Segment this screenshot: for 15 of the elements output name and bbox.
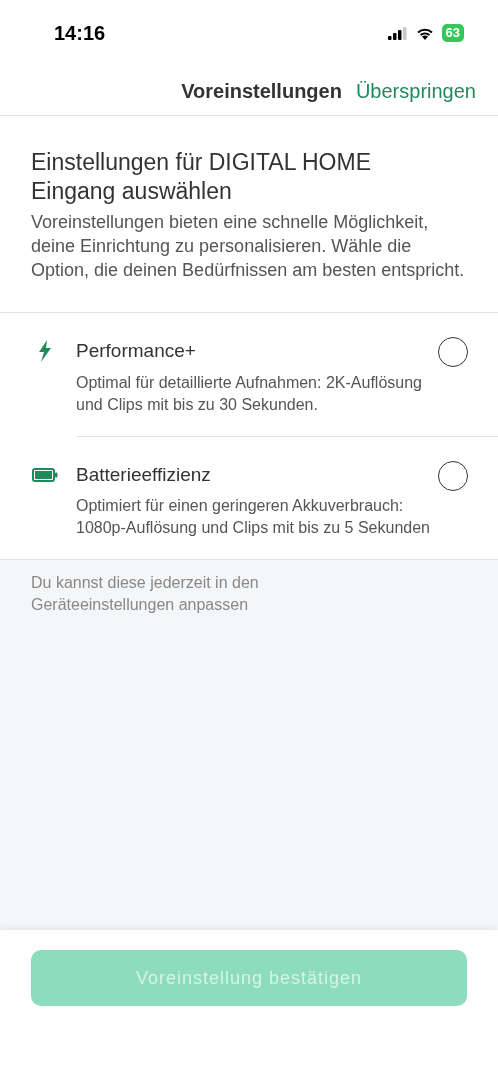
lightning-bolt-icon — [38, 340, 52, 362]
option-title: Batterieeffizienz — [76, 462, 212, 487]
option-description: Optimiert für einen geringeren Akkuverbrauch: 1080p-Auflösung und Clips mit bis zu 5 Sekunden — [76, 496, 431, 538]
section-heading: Einstellungen für DIGITAL HOME Eingang auswählen — [31, 148, 372, 206]
status-time: 14:16 — [54, 21, 106, 46]
option-title: Performance+ — [76, 339, 197, 363]
section-description: Voreinstellungen bieten eine schnelle Möglichkeit, deine Einrichtung zu personalisieren. Wähle die Option, die deinen Bedürfnissen am besten entspricht. — [31, 211, 466, 282]
wifi-icon — [415, 26, 434, 40]
footnote: Du kannst diese jederzeit in den Geräteeinstellungen anpassen — [31, 573, 260, 615]
signal-icon — [387, 26, 408, 40]
page-title: Voreinstellungen — [181, 78, 342, 104]
skip-link[interactable]: Überspringen — [355, 75, 476, 106]
battery-icon — [32, 467, 58, 482]
battery-indicator: 63 — [441, 24, 464, 42]
option-description: Optimal für detaillierte Aufnahmen: 2K-Auflösung und Clips mit bis zu 30 Sekunden. — [76, 372, 423, 415]
